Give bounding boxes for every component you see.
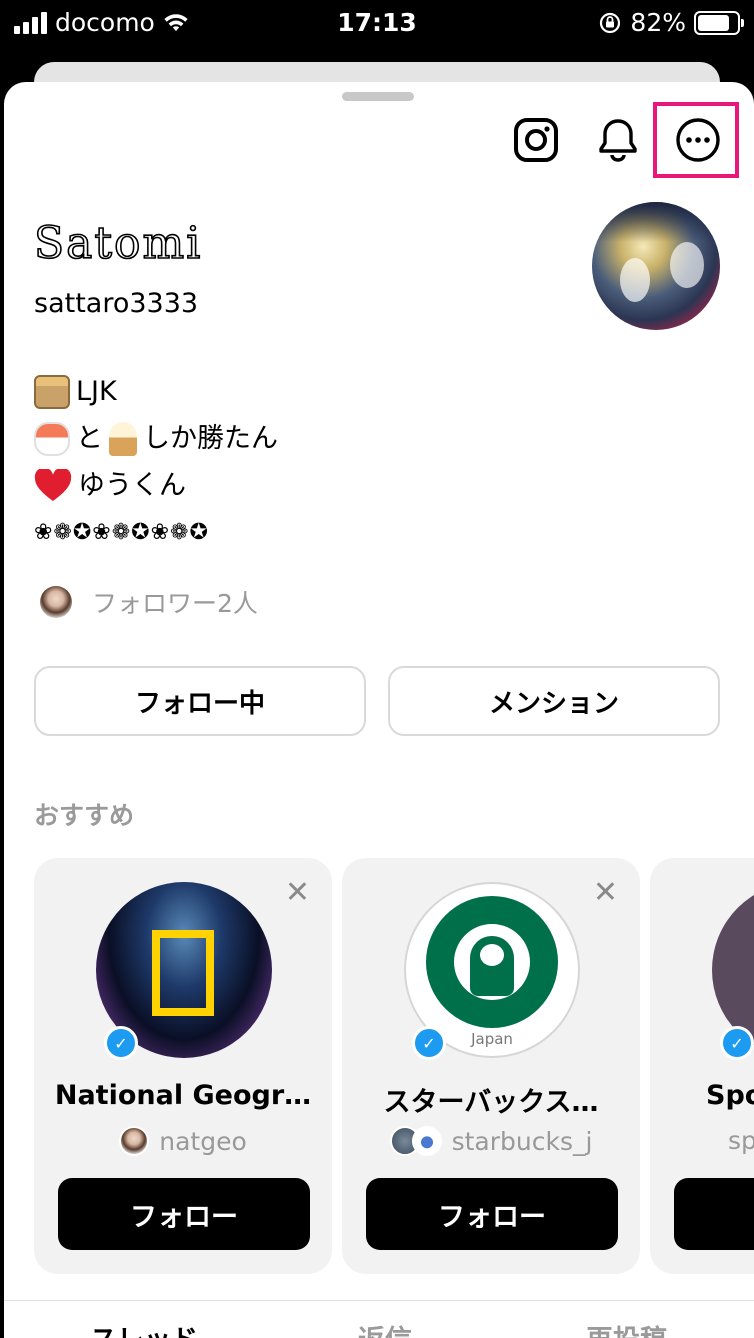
- avatar[interactable]: [592, 202, 720, 330]
- ice-cream-icon: [109, 421, 137, 456]
- suggestion-handle: sp: [728, 1126, 754, 1155]
- battery-info: 82%: [598, 8, 744, 37]
- follower-avatar: [40, 586, 72, 618]
- following-button[interactable]: フォロー中: [34, 666, 366, 736]
- bio-text: しか勝たん: [143, 423, 278, 454]
- battery-icon: [694, 10, 744, 35]
- rotation-lock-icon: [600, 12, 621, 33]
- bio-text: ゆうくん: [78, 470, 186, 501]
- avatar-sky: [592, 202, 720, 242]
- bio-text: LJK: [76, 376, 117, 407]
- tab-reposts[interactable]: 再投稿: [586, 1318, 667, 1338]
- followers-count: フォロワー2人: [92, 589, 258, 618]
- suggestion-card[interactable]: ✕ ✓ National Geogr… natgeo フォロー: [34, 858, 332, 1274]
- bio-line: ゆうくん: [34, 462, 278, 509]
- suggestion-name: National Geogr…: [54, 1080, 312, 1111]
- follow-button[interactable]: フォロー: [58, 1178, 310, 1250]
- battery-fill: [698, 14, 730, 31]
- recommendations-title: おすすめ: [34, 801, 135, 830]
- status-bar: docomo 17:13 82%: [0, 0, 754, 48]
- bio-text: と: [76, 423, 103, 454]
- follow-button[interactable]: フ: [674, 1178, 754, 1250]
- sushi-icon: [34, 421, 70, 456]
- school-icon: [34, 374, 70, 409]
- close-icon[interactable]: ✕: [285, 878, 310, 908]
- highlight-box: [653, 102, 739, 178]
- suggestion-card[interactable]: ✕ Japan ✓ スターバックス… starbucks_j フォロー: [342, 858, 640, 1274]
- tab-threads[interactable]: スレッド: [90, 1318, 198, 1338]
- suggestion-name: スターバックス…: [383, 1087, 599, 1118]
- mention-button[interactable]: メンション: [388, 666, 720, 736]
- bio-line: と しか勝たん: [34, 415, 278, 462]
- username: sattaro3333: [34, 288, 199, 319]
- suggestion-card[interactable]: ✓ Spo sp フ: [650, 858, 754, 1274]
- suggestion-handle-row: sp: [650, 1126, 754, 1155]
- bio-line: ❀❁✪❀❁✪❀❁✪: [34, 509, 278, 556]
- mutual-avatar: [119, 1126, 150, 1156]
- verified-badge-icon: ✓: [104, 1026, 138, 1060]
- suggestion-name: Spo: [706, 1080, 754, 1111]
- tab-replies[interactable]: 返信: [358, 1318, 412, 1338]
- followers-link[interactable]: フォロワー2人: [40, 584, 258, 620]
- close-icon[interactable]: ✕: [593, 878, 618, 908]
- verified-badge-icon: ✓: [720, 1026, 754, 1060]
- bell-icon[interactable]: [592, 114, 644, 166]
- suggestion-handle-row: starbucks_j: [342, 1126, 640, 1156]
- sheet-grabber[interactable]: [342, 92, 414, 101]
- suggestion-handle-row: natgeo: [34, 1126, 332, 1156]
- bio-text: ❀❁✪❀❁✪❀❁✪: [34, 520, 209, 545]
- bio: LJK と しか勝たん ゆうくん ❀❁✪❀❁✪❀❁✪: [34, 368, 278, 556]
- instagram-icon[interactable]: [510, 114, 562, 166]
- tabs-divider: [4, 1300, 754, 1301]
- profile-sheet: Satomi sattaro3333 LJK と しか勝たん ゆうくん ❀❁✪❀…: [4, 82, 754, 1338]
- starbucks-logo: [426, 896, 558, 1028]
- display-name: Satomi: [33, 217, 203, 270]
- battery-percent: 82%: [630, 8, 686, 37]
- mutual-avatar: [411, 1126, 442, 1156]
- mutual-avatars: [389, 1126, 442, 1156]
- bio-line: LJK: [34, 368, 278, 415]
- follow-button[interactable]: フォロー: [366, 1178, 618, 1250]
- suggestion-handle: starbucks_j: [451, 1126, 593, 1156]
- natgeo-logo-frame: [152, 930, 214, 1016]
- verified-badge-icon: ✓: [412, 1026, 446, 1060]
- suggestion-handle: natgeo: [159, 1126, 247, 1156]
- heart-icon: [34, 468, 72, 501]
